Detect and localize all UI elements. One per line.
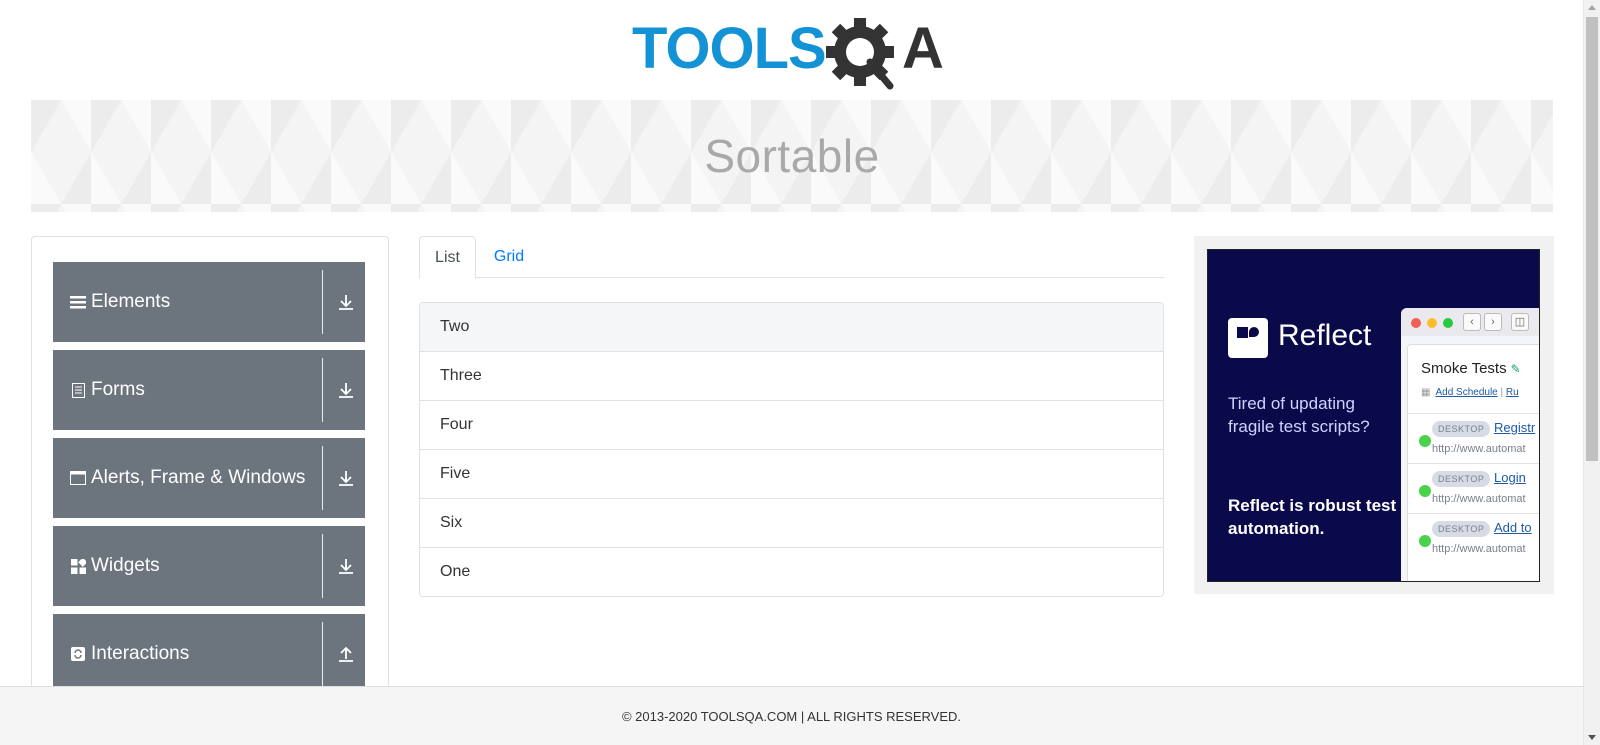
add-schedule-link: Add Schedule [1435, 387, 1498, 398]
list-item[interactable]: Six [420, 499, 1163, 548]
footer: © 2013-2020 TOOLSQA.COM | ALL RIGHTS RES… [0, 686, 1583, 745]
divider [322, 358, 323, 422]
sidebar-group-label: Alerts, Frame & Windows [91, 467, 306, 488]
document-icon [70, 382, 86, 398]
ad-panel-title: Smoke Tests ✎ [1421, 360, 1521, 377]
ad-app-screenshot: ‹ › ◫ Smoke Tests ✎ ▦ Add Schedule | Ru D… [1401, 308, 1539, 581]
list-item[interactable]: Five [420, 450, 1163, 499]
status-dot-icon [1419, 435, 1431, 447]
platform-tag: DESKTOP [1432, 471, 1491, 487]
sidebar-group-elements[interactable]: Elements [53, 262, 365, 342]
pencil-icon: ✎ [1510, 362, 1521, 376]
test-link: Add to [1494, 520, 1532, 535]
platform-tag: DESKTOP [1432, 421, 1491, 437]
minimize-dot-icon [1427, 318, 1437, 328]
toolsqa-logo[interactable]: TOOLS A [632, 14, 958, 92]
window-icon [70, 470, 86, 486]
close-dot-icon [1411, 318, 1421, 328]
test-url: http://www.automat [1432, 443, 1526, 455]
sidebar-group-widgets[interactable]: Widgets [53, 526, 365, 606]
test-link: Login [1494, 470, 1526, 485]
toolsqa-logo-graphic: TOOLS A [632, 16, 944, 90]
sidebar-group-label: Forms [91, 379, 145, 400]
list-item[interactable]: Four [420, 401, 1163, 450]
reflect-ad[interactable]: Reflect Tired of updating fragile test s… [1207, 249, 1540, 582]
list-item[interactable]: Two [420, 303, 1163, 352]
sidebar-group-forms[interactable]: Forms [53, 350, 365, 430]
ad-test-row: DESKTOP Registr http://www.automat [1408, 413, 1539, 463]
test-url: http://www.automat [1432, 543, 1526, 555]
list-item[interactable]: One [420, 548, 1163, 596]
ad-brand: Reflect [1278, 319, 1372, 352]
tab-grid[interactable]: Grid [476, 236, 542, 278]
sidebar-group-label: Elements [91, 291, 171, 312]
test-url: http://www.automat [1432, 493, 1526, 505]
scroll-down-icon[interactable] [1588, 735, 1596, 740]
logo-text-tools: TOOLS [632, 16, 826, 81]
scroll-up-icon[interactable] [1588, 5, 1596, 10]
chevron-left-icon: ‹ [1463, 313, 1481, 331]
upload-icon[interactable] [336, 644, 356, 664]
page-scrollbar[interactable] [1583, 0, 1600, 745]
divider [322, 622, 323, 686]
ad-panel: Smoke Tests ✎ ▦ Add Schedule | Ru DESKTOP… [1407, 344, 1539, 581]
reflect-logo-icon [1228, 318, 1268, 358]
download-icon[interactable] [336, 380, 356, 400]
page-title: Sortable [704, 130, 880, 182]
logo-text-a: A [902, 16, 944, 81]
sidebar-group-label: Widgets [91, 555, 160, 576]
test-link: Registr [1494, 420, 1536, 435]
sidebar-toggle-icon: ◫ [1511, 313, 1529, 331]
status-dot-icon [1419, 485, 1431, 497]
copyright-text: © 2013-2020 TOOLSQA.COM | ALL RIGHTS RES… [621, 708, 962, 724]
ad-test-row: DESKTOP Login http://www.automat [1408, 463, 1539, 513]
tab-list[interactable]: List [419, 236, 476, 279]
ad-headline: Reflect is robust test automation. [1228, 496, 1397, 538]
ad-test-row: DESKTOP Add to http://www.automat [1408, 513, 1539, 563]
platform-tag: DESKTOP [1432, 521, 1491, 537]
refresh-icon [70, 646, 86, 662]
ad-panel-links: ▦ Add Schedule | Ru [1421, 387, 1519, 398]
sidebar-group-interactions[interactable]: Interactions [53, 614, 365, 694]
divider [322, 534, 323, 598]
widgets-icon [70, 558, 86, 574]
calendar-icon: ▦ [1421, 387, 1431, 398]
divider [322, 446, 323, 510]
sidebar-group-alerts-frame-windows[interactable]: Alerts, Frame & Windows [53, 438, 365, 518]
ad-container: Reflect Tired of updating fragile test s… [1194, 236, 1554, 594]
download-icon[interactable] [336, 468, 356, 488]
download-icon[interactable] [336, 556, 356, 576]
maximize-dot-icon [1443, 318, 1453, 328]
scroll-thumb[interactable] [1586, 17, 1598, 461]
status-dot-icon [1419, 535, 1431, 547]
run-link: Ru [1505, 387, 1519, 398]
sortable-tabs: List Grid [419, 236, 1164, 279]
ad-window-titlebar: ‹ › ◫ [1401, 308, 1539, 336]
sortable-list: Two Three Four Five Six One [419, 302, 1164, 597]
page: TOOLS A Sortable Elements Forms Alerts, … [0, 0, 1600, 745]
hamburger-icon [70, 294, 86, 310]
left-sidebar: Elements Forms Alerts, Frame & Windows W… [31, 236, 389, 696]
gear-icon [826, 18, 894, 90]
list-item[interactable]: Three [420, 352, 1163, 401]
page-banner: Sortable [31, 100, 1553, 212]
chevron-right-icon: › [1484, 313, 1502, 331]
divider [322, 270, 323, 334]
sidebar-group-label: Interactions [91, 643, 190, 664]
download-icon[interactable] [336, 292, 356, 312]
ad-tagline: Tired of updating fragile test scripts? [1228, 394, 1370, 436]
